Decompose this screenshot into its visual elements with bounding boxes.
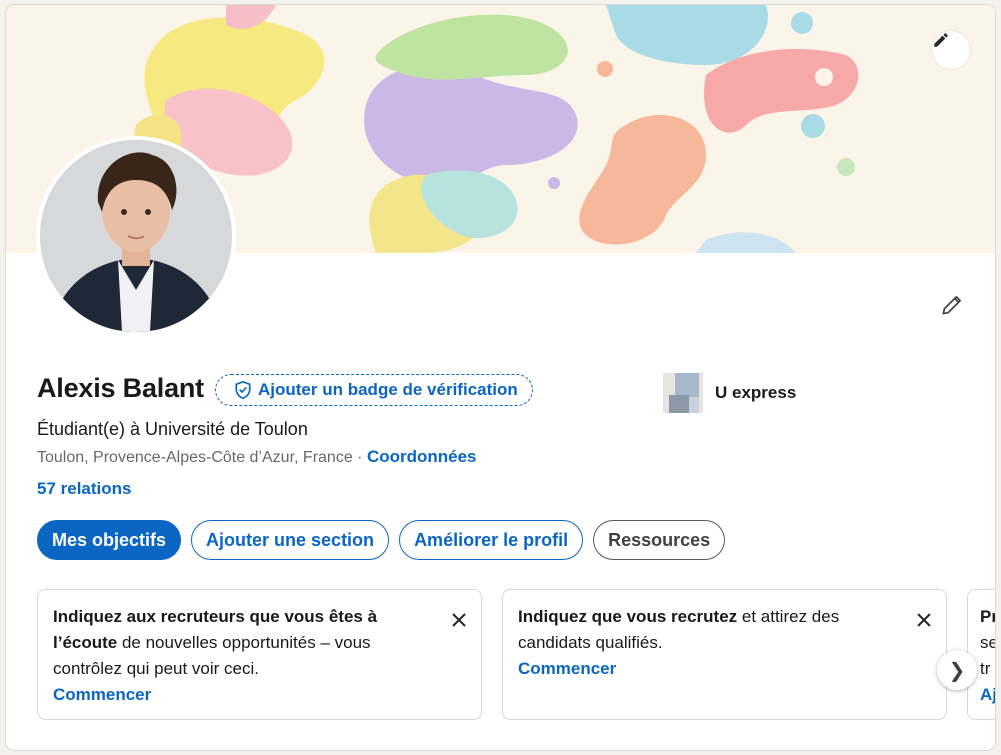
promo-text: Indiquez aux recruteurs que vous êtes à … <box>53 604 413 682</box>
profile-card: Alexis Balant Ajouter un badge de vérifi… <box>6 5 995 750</box>
profile-headline: Étudiant(e) à Université de Toulon <box>37 419 308 439</box>
add-link[interactable]: Aj <box>980 682 995 708</box>
resources-button[interactable]: Ressources <box>593 520 726 560</box>
start-link[interactable]: Commencer <box>53 682 466 708</box>
contact-info-link[interactable]: Coordonnées <box>367 447 477 466</box>
close-button[interactable] <box>447 608 471 632</box>
carousel-next-button[interactable]: ❯ <box>937 650 977 690</box>
add-section-button[interactable]: Ajouter une section <box>191 520 390 560</box>
avatar <box>40 140 232 332</box>
open-to-work-card: Indiquez aux recruteurs que vous êtes à … <box>37 589 482 720</box>
my-goals-button[interactable]: Mes objectifs <box>37 520 182 560</box>
close-icon <box>917 613 931 627</box>
badge-label: Ajouter un badge de vérification <box>258 380 518 399</box>
close-icon <box>452 613 466 627</box>
company-logo <box>663 373 703 413</box>
promo-bold-text: Indiquez que vous recrutez <box>518 607 738 626</box>
promo-bold-text: Pr <box>980 607 995 626</box>
profile-edit-button[interactable] <box>932 285 972 325</box>
start-link[interactable]: Commencer <box>518 656 931 682</box>
hiring-card: Indiquez que vous recrutez et attirez de… <box>502 589 947 720</box>
close-button[interactable] <box>912 608 936 632</box>
profile-location: Toulon, Provence-Alpes-Côte d’Azur, Fran… <box>37 449 353 466</box>
pencil-icon <box>934 33 948 47</box>
shield-check-icon <box>235 380 251 400</box>
profile-photo[interactable] <box>36 136 236 336</box>
promo-body-text: se tr <box>980 633 995 678</box>
company-name: U express <box>715 383 797 402</box>
improve-profile-button[interactable]: Améliorer le profil <box>399 520 584 560</box>
add-verification-badge-button[interactable]: Ajouter un badge de vérification <box>215 374 533 406</box>
pencil-icon <box>942 296 961 315</box>
location-row: Toulon, Provence-Alpes-Côte d’Azur, Fran… <box>37 447 477 467</box>
profile-actions: Mes objectifs Ajouter une section Amélio… <box>37 520 726 560</box>
connections-link[interactable]: 57 relations <box>37 479 132 499</box>
profile-name: Alexis Balant <box>37 373 204 403</box>
next-suggestion-card: Pr se tr Aj <box>967 589 995 720</box>
banner-edit-button[interactable] <box>932 31 970 69</box>
current-company[interactable]: U express <box>663 373 796 413</box>
location-separator: · <box>352 449 367 466</box>
chevron-right-icon: ❯ <box>948 659 966 682</box>
promo-text: Indiquez que vous recrutez et attirez de… <box>518 604 878 656</box>
